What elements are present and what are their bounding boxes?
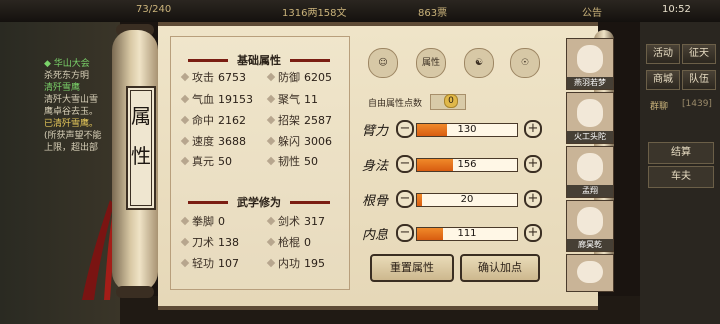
stat-sword: 剑术 317 <box>266 214 348 230</box>
avatar <box>577 153 603 181</box>
attr-label-breath: 内息 <box>362 228 389 243</box>
stat-spear: 枪棍 0 <box>266 235 348 251</box>
strength-plus-button[interactable]: + <box>524 120 542 138</box>
stat-inner: 内功 195 <box>266 256 348 272</box>
strength-bar: 130 <box>416 123 518 137</box>
avatar <box>577 99 603 127</box>
agility-bar: 156 <box>416 158 518 172</box>
martial-title: 武学修为 <box>170 194 348 210</box>
stat-hit: 命中 2162 <box>180 113 262 129</box>
tab-meridians[interactable]: ☉ <box>510 48 540 78</box>
strength-minus-button[interactable]: − <box>396 120 414 138</box>
quest-log[interactable]: ◆ 华山大会 杀死东方明 清歼雪鹰 清歼大雪山雪 鹰卓谷去玉。 已清歼雪鹰。 (… <box>44 58 114 154</box>
stat-focus: 聚气 11 <box>266 92 348 108</box>
quest-line: (所获声望不能 <box>44 131 102 141</box>
shop-button[interactable]: 商城 <box>646 70 680 90</box>
character-card[interactable] <box>566 254 614 292</box>
reset-attributes-button[interactable]: 重置属性 <box>370 254 454 282</box>
constitution-bar: 20 <box>416 193 518 207</box>
carriage-button[interactable]: 车夫 <box>648 166 714 188</box>
stat-defense: 防御 6205 <box>266 70 348 86</box>
breath-plus-button[interactable]: + <box>524 224 542 242</box>
avatar <box>577 261 603 283</box>
tab-character[interactable]: ☺ <box>368 48 398 78</box>
ticket-counter: 863票 <box>418 8 448 19</box>
group-chat-label[interactable]: 群聊 <box>650 99 668 112</box>
attr-label-agility: 身法 <box>362 159 389 174</box>
character-card[interactable]: 廊昊乾 <box>566 200 614 252</box>
quest-line: 上限，超出部 <box>44 143 99 153</box>
money-counter: 1316两158文 <box>282 8 347 19</box>
settle-button[interactable]: 结算 <box>648 142 714 164</box>
attr-label-strength: 臂力 <box>362 124 389 139</box>
quest-line: 杀死东方明 <box>44 71 90 81</box>
stat-true-yuan: 真元 50 <box>180 154 262 170</box>
announcement-button[interactable]: 公告 <box>582 4 602 19</box>
scroll-cap-bottom <box>116 286 154 298</box>
stat-dodge: 躲闪 3006 <box>266 134 348 150</box>
level-counter: 73/240 <box>136 4 172 15</box>
stat-toughness: 韧性 50 <box>266 154 348 170</box>
quest-line: 清歼大雪山雪 <box>44 95 99 105</box>
conquest-button[interactable]: 征天 <box>682 44 716 64</box>
hat-icon: ☺ <box>378 58 388 68</box>
quest-title: 清歼雪鹰 <box>44 83 81 93</box>
free-points-value: 0 <box>444 94 458 108</box>
group-chat-count: [1439] <box>682 99 712 109</box>
clock: 10:52 <box>662 4 691 15</box>
character-card[interactable]: 孟翔 <box>566 146 614 198</box>
activity-button[interactable]: 活动 <box>646 44 680 64</box>
stat-hp: 气血 19153 <box>180 92 262 108</box>
breath-bar: 111 <box>416 227 518 241</box>
tab-attributes[interactable]: 属性 <box>416 48 446 78</box>
stat-speed: 速度 3688 <box>180 134 262 150</box>
avatar <box>577 207 603 235</box>
scroll-title: 属性 <box>131 104 151 168</box>
attr-label-constitution: 根骨 <box>362 194 389 209</box>
free-points-label: 自由属性点数 <box>368 99 423 109</box>
confirm-points-button[interactable]: 确认加点 <box>460 254 540 282</box>
avatar <box>577 45 603 73</box>
tab-taiji[interactable]: ☯ <box>464 48 494 78</box>
constitution-plus-button[interactable]: + <box>524 190 542 208</box>
taiji-icon: ☯ <box>474 58 484 68</box>
basic-attributes-title: 基础属性 <box>170 52 348 68</box>
character-card[interactable]: 燕羽若梦 <box>566 38 614 90</box>
stat-blade: 刀术 138 <box>180 235 262 251</box>
stat-lightness: 轻功 107 <box>180 256 262 272</box>
quest-title: ◆ 华山大会 <box>44 59 90 69</box>
quest-line: 已清歼雪鹰。 <box>44 119 99 129</box>
agility-plus-button[interactable]: + <box>524 155 542 173</box>
character-card[interactable]: 火工头陀 <box>566 92 614 144</box>
team-button[interactable]: 队伍 <box>682 70 716 90</box>
stat-attack: 攻击 6753 <box>180 70 262 86</box>
top-status-bar: 73/240 1316两158文 863票 公告 10:52 <box>0 0 720 22</box>
stat-parry: 招架 2587 <box>266 113 348 129</box>
constitution-minus-button[interactable]: − <box>396 190 414 208</box>
agility-minus-button[interactable]: − <box>396 155 414 173</box>
body-icon: ☉ <box>520 58 530 68</box>
breath-minus-button[interactable]: − <box>396 224 414 242</box>
quest-line: 鹰卓谷去玉。 <box>44 107 99 117</box>
stat-fist: 拳脚 0 <box>180 214 262 230</box>
